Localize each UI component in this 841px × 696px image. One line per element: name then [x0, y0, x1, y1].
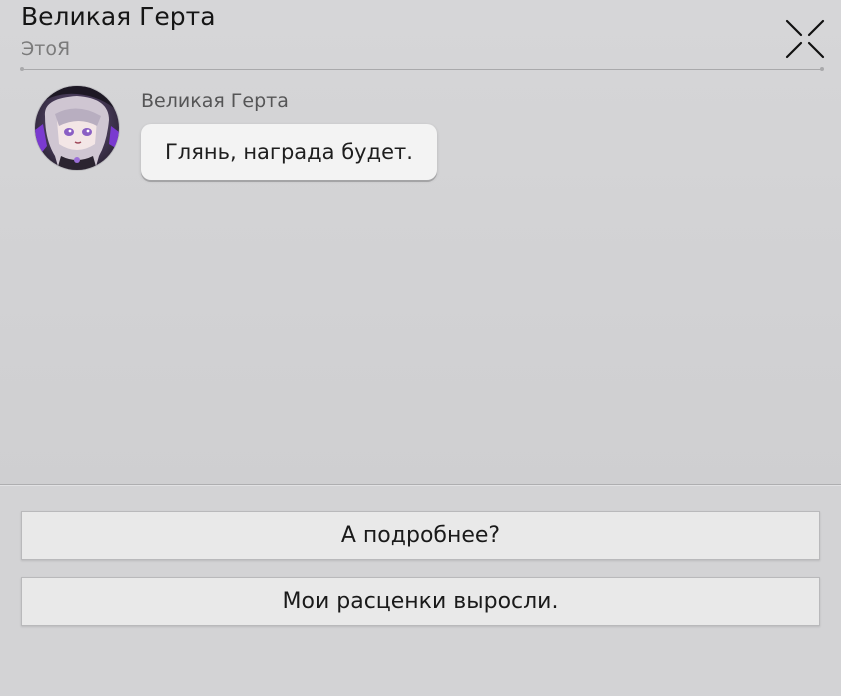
header-divider [20, 67, 824, 71]
avatar [35, 86, 119, 170]
character-avatar-image [35, 86, 119, 170]
chat-title: Великая Герта [21, 2, 216, 31]
reply-option-label: Мои расценки выросли. [282, 589, 559, 614]
reply-option-button[interactable]: А подробнее? [21, 511, 820, 560]
reply-option-label: А подробнее? [340, 523, 501, 548]
message-bubble: Глянь, награда будет. [141, 124, 437, 180]
close-button[interactable] [783, 17, 827, 61]
message-text: Глянь, награда будет. [165, 140, 413, 164]
chat-subtitle: ЭтоЯ [21, 38, 71, 60]
close-icon [785, 19, 825, 59]
reply-option-button[interactable]: Мои расценки выросли. [21, 577, 820, 626]
message-sender-name: Великая Герта [141, 90, 289, 112]
